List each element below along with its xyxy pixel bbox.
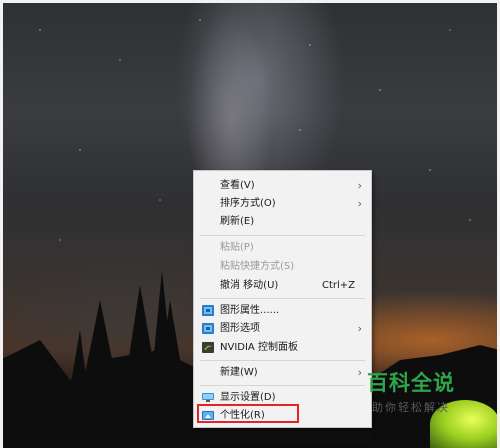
menu-separator (200, 360, 365, 361)
menu-item-label: 图形选项 (220, 323, 260, 334)
image-border-left (0, 0, 3, 448)
menu-item-nvidia-control-panel[interactable]: NVIDIA 控制面板 (194, 339, 371, 356)
menu-separator (200, 298, 365, 299)
desktop-context-menu: 查看(V) › 排序方式(O) › 刷新(E) 粘贴(P) 粘贴快捷方式(S) … (193, 170, 372, 428)
menu-separator (200, 235, 365, 236)
menu-separator (200, 385, 365, 386)
chevron-right-icon: › (357, 179, 362, 192)
intel-graphics-icon (202, 323, 214, 334)
menu-item-label: NVIDIA 控制面板 (220, 342, 298, 353)
menu-item-label: 撤消 移动(U) (220, 280, 279, 291)
intel-graphics-icon (202, 305, 214, 316)
menu-item-paste-shortcut[interactable]: 粘贴快捷方式(S) (194, 258, 371, 275)
chevron-right-icon: › (357, 322, 362, 335)
menu-item-view[interactable]: 查看(V) › (194, 177, 371, 194)
menu-item-label: 排序方式(O) (220, 198, 276, 209)
menu-item-refresh[interactable]: 刷新(E) (194, 213, 371, 230)
menu-item-graphics-options[interactable]: 图形选项 › (194, 320, 371, 337)
menu-item-paste[interactable]: 粘贴(P) (194, 239, 371, 256)
nvidia-icon (202, 342, 214, 353)
menu-item-label: 图形属性...... (220, 305, 280, 316)
menu-item-label: 查看(V) (220, 180, 255, 191)
watermark-subtitle: 助你轻松解决 (372, 401, 450, 414)
menu-item-sort-by[interactable]: 排序方式(O) › (194, 195, 371, 212)
menu-item-shortcut: Ctrl+Z (321, 280, 355, 291)
display-icon (202, 393, 214, 402)
watermark: 百科全说 助你轻松解决 (358, 370, 464, 426)
menu-item-label: 粘贴(P) (220, 242, 254, 253)
menu-item-undo-move[interactable]: 撤消 移动(U) Ctrl+Z (194, 277, 371, 294)
image-border-top (0, 0, 500, 3)
menu-item-graphics-properties[interactable]: 图形属性...... (194, 302, 371, 319)
menu-item-label: 粘贴快捷方式(S) (220, 261, 295, 272)
menu-item-new[interactable]: 新建(W) › (194, 364, 371, 381)
menu-item-label: 刷新(E) (220, 216, 255, 227)
menu-item-label: 新建(W) (220, 367, 258, 378)
watermark-logo: 百科全说 (367, 371, 455, 395)
highlight-box-personalize (197, 404, 299, 423)
chevron-right-icon: › (357, 197, 362, 210)
